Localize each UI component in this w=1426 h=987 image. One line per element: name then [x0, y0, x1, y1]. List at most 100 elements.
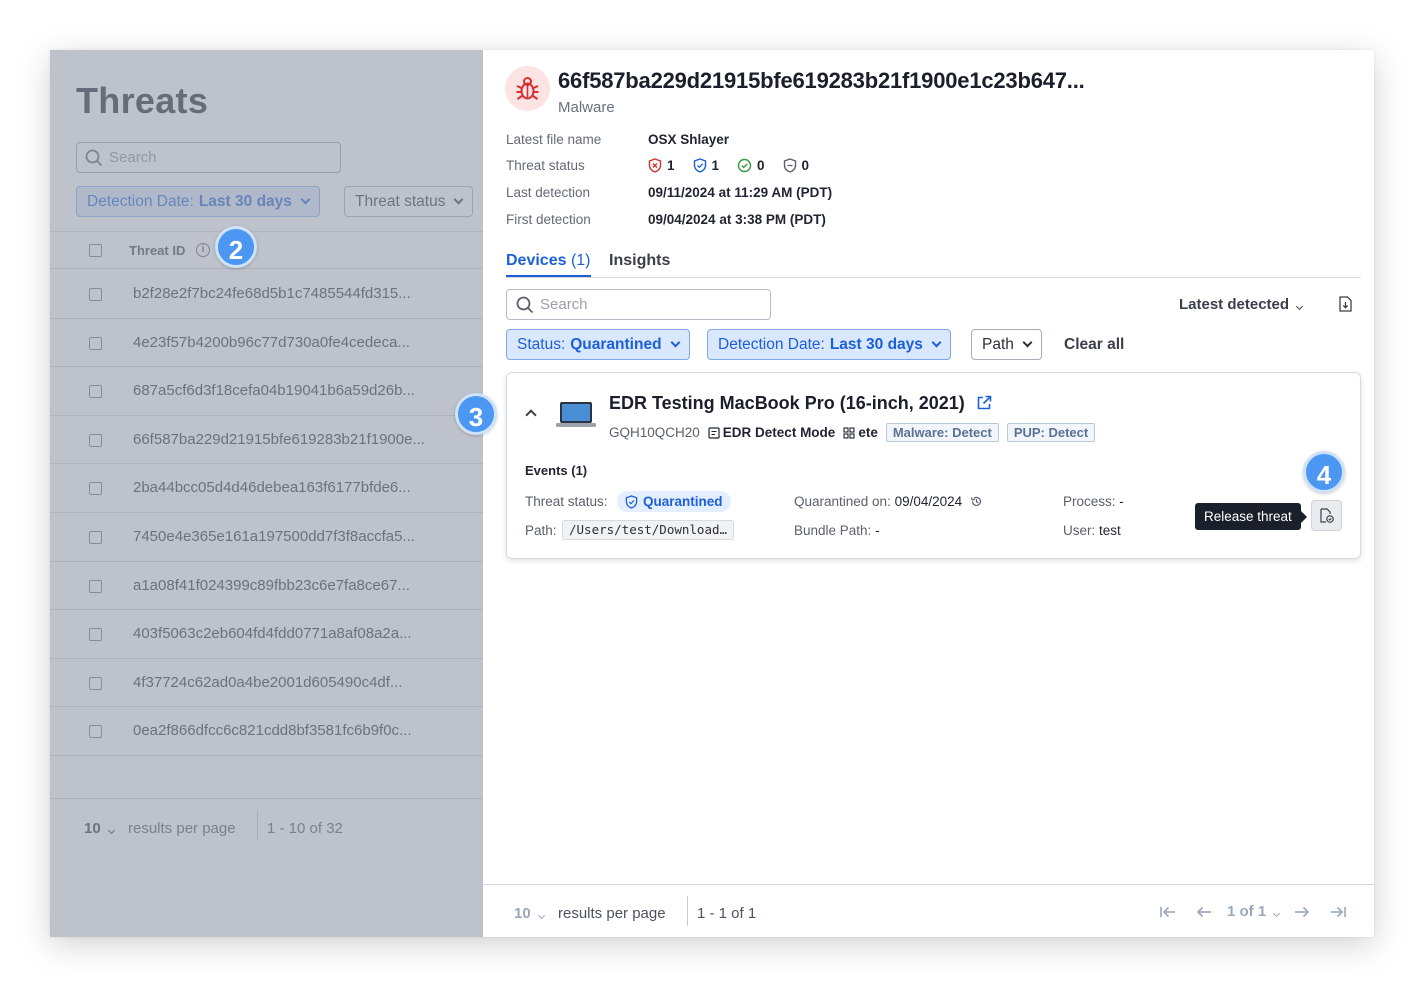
table-row[interactable]: 403f5063c2eb604fd4fdd0771a8af08a2a...: [50, 610, 483, 659]
last-detection-label: Last detection: [506, 185, 591, 200]
device-details: GQH10QCH20 EDR Detect Mode ete Malware: …: [609, 423, 1103, 442]
table-row[interactable]: 687a5cf6d3f18cefa04b19041b6a59d26b...: [50, 367, 483, 416]
status-not-quarantined: 0: [783, 158, 810, 173]
row-checkbox[interactable]: [89, 628, 102, 642]
event-path-label: Path:: [525, 523, 557, 538]
chevron-down-icon: [1296, 302, 1304, 311]
chevron-down-icon: [454, 194, 464, 205]
table-row[interactable]: 4e23f57b4200b96c77d730a0fe4cedeca...: [50, 319, 483, 368]
event-threat-status-label: Threat status:: [525, 494, 608, 509]
threat-id-cell[interactable]: a1a08f41f024399c89fbb23c6e7fa8ce67...: [133, 577, 410, 594]
app-window: Threats Search Detection Date: Last 30 da…: [50, 50, 1374, 937]
path-filter[interactable]: Path: [971, 329, 1042, 360]
pup-detect-tag: PUP: Detect: [1006, 423, 1096, 442]
threat-id-cell[interactable]: 2ba44bcc05d4d46debea163f6177bfde6...: [133, 479, 411, 496]
threat-category: Malware: [558, 99, 615, 116]
search-placeholder: Search: [109, 149, 157, 166]
threat-id-cell[interactable]: 66f587ba229d21915bfe619283b21f1900e...: [133, 431, 425, 448]
row-checkbox[interactable]: [89, 725, 102, 739]
last-page-icon[interactable]: [1329, 905, 1347, 919]
chevron-up-icon[interactable]: [525, 409, 537, 421]
select-all-checkbox[interactable]: [89, 244, 102, 257]
malware-detect-tag: Malware: Detect: [885, 423, 999, 442]
devices-search-input[interactable]: Search: [506, 289, 771, 320]
malware-bug-icon: [505, 66, 550, 111]
quarantined-on: Quarantined on: 09/04/2024: [794, 494, 983, 509]
table-row[interactable]: b2f28e2f7bc24fe68d5b1c7485544fd315...: [50, 270, 483, 319]
release-threat-tooltip: Release threat: [1195, 503, 1307, 530]
per-page-value: 10: [84, 820, 101, 837]
chevron-down-icon: [1273, 909, 1281, 918]
tab-devices[interactable]: Devices (1): [506, 252, 591, 277]
row-checkbox[interactable]: [89, 433, 102, 447]
per-page-select[interactable]: 10: [84, 820, 115, 837]
per-page-select[interactable]: 10: [514, 905, 545, 922]
row-checkbox[interactable]: [89, 482, 102, 496]
threat-id-cell[interactable]: 687a5cf6d3f18cefa04b19041b6a59d26b...: [133, 382, 415, 399]
table-row[interactable]: 0ea2f866dfcc6c821cdd8bf3581fc6b9f0c...: [50, 707, 483, 756]
table-row[interactable]: 66f587ba229d21915bfe619283b21f1900e...: [50, 416, 483, 465]
detection-date-filter[interactable]: Detection Date: Last 30 days: [707, 329, 951, 360]
row-checkbox[interactable]: [89, 531, 102, 544]
threat-id-cell[interactable]: 7450e4e365e161a197500dd7f3f8accfa5...: [133, 528, 415, 545]
bundle-path-label: Bundle Path:: [794, 523, 872, 538]
table-row[interactable]: a1a08f41f024399c89fbb23c6e7fa8ce67...: [50, 562, 483, 611]
row-checkbox[interactable]: [89, 676, 102, 690]
detection-date-filter[interactable]: Detection Date: Last 30 days: [76, 186, 320, 217]
clear-all-button[interactable]: Clear all: [1064, 336, 1124, 354]
previous-page-icon[interactable]: [1195, 905, 1213, 919]
release-threat-button[interactable]: [1311, 500, 1342, 531]
filter-label: Status:: [517, 335, 566, 353]
per-page-label: results per page: [558, 905, 666, 922]
process-value: -: [1119, 494, 1124, 509]
page-select[interactable]: 1 of 1: [1227, 903, 1281, 920]
export-file-icon[interactable]: [1339, 296, 1352, 312]
row-checkbox[interactable]: [89, 336, 102, 350]
event-path-value[interactable]: /Users/test/Download…: [562, 520, 735, 540]
threats-search-input[interactable]: Search: [76, 142, 341, 173]
pager-controls: 1 of 1: [1159, 903, 1347, 920]
per-page-value: 10: [514, 905, 531, 922]
status-count: 0: [801, 158, 810, 173]
events-heading: Events (1): [525, 463, 588, 478]
status-detected: 1: [648, 158, 675, 173]
row-checkbox[interactable]: [89, 288, 102, 301]
threat-status-filter[interactable]: Threat status: [344, 186, 474, 217]
tab-count: (1): [570, 252, 591, 269]
table-header: Threat ID i: [50, 231, 483, 269]
next-page-icon[interactable]: [1293, 905, 1311, 919]
row-checkbox[interactable]: [89, 385, 102, 399]
filter-label: Detection Date:: [87, 192, 194, 210]
threat-id-cell[interactable]: 4e23f57b4200b96c77d730a0fe4cedeca...: [133, 334, 410, 351]
threat-id-cell[interactable]: 0ea2f866dfcc6c821cdd8bf3581fc6b9f0c...: [133, 722, 412, 739]
threat-status-label: Threat status: [506, 158, 585, 173]
chevron-down-icon: [300, 194, 311, 205]
info-icon[interactable]: i: [196, 243, 210, 257]
device-name-link[interactable]: EDR Testing MacBook Pro (16-inch, 2021): [609, 393, 965, 414]
table-row[interactable]: 4f37724c62ad0a4be2001d605490c4df...: [50, 659, 483, 708]
search-icon: [85, 149, 103, 166]
table-row[interactable]: 7450e4e365e161a197500dd7f3f8accfa5...: [50, 513, 483, 562]
row-checkbox[interactable]: [89, 579, 102, 593]
chevron-down-icon: [931, 337, 942, 348]
threat-id-cell[interactable]: b2f28e2f7bc24fe68d5b1c7485544fd315...: [133, 285, 411, 302]
history-icon[interactable]: [970, 495, 983, 508]
user-label: User:: [1063, 523, 1096, 538]
shield-check-icon: [625, 494, 638, 509]
sort-label: Latest detected: [1179, 296, 1290, 313]
table-row[interactable]: 2ba44bcc05d4d46debea163f6177bfde6...: [50, 464, 483, 513]
status-resolved: 0: [737, 158, 765, 173]
status-filter[interactable]: Status: Quarantined: [506, 329, 690, 360]
external-link-icon[interactable]: [976, 395, 992, 411]
shield-check-icon: [693, 158, 706, 173]
device-blueprint[interactable]: ete: [843, 425, 878, 440]
column-threat-id[interactable]: Threat ID: [129, 243, 185, 258]
device-card: EDR Testing MacBook Pro (16-inch, 2021) …: [506, 372, 1361, 559]
threat-id-cell[interactable]: 4f37724c62ad0a4be2001d605490c4df...: [133, 674, 402, 691]
sort-dropdown[interactable]: Latest detected: [1179, 296, 1304, 313]
threat-id-cell[interactable]: 403f5063c2eb604fd4fdd0771a8af08a2a...: [133, 625, 412, 642]
tab-insights[interactable]: Insights: [609, 252, 670, 270]
result-range: 1 - 10 of 32: [267, 820, 343, 837]
result-range: 1 - 1 of 1: [697, 905, 757, 922]
first-page-icon[interactable]: [1159, 905, 1177, 919]
